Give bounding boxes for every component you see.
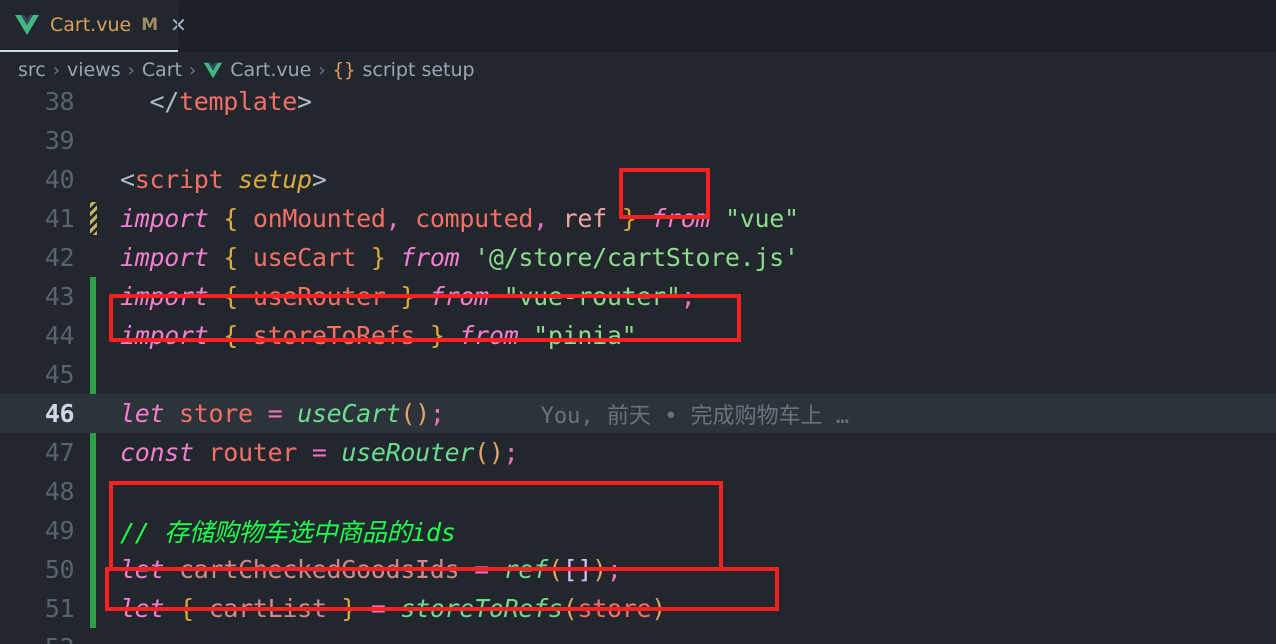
breadcrumb-item-src[interactable]: src — [18, 59, 46, 81]
git-gutter-marker[interactable] — [88, 121, 110, 160]
line-number: 50 — [44, 555, 75, 584]
line-number: 48 — [44, 477, 75, 506]
code-line-41[interactable]: 41 import { onMounted, computed, ref } fr… — [0, 199, 1276, 238]
code-line-42[interactable]: 42 import { useCart } from '@/store/cartS… — [0, 238, 1276, 277]
git-gutter-marker[interactable] — [88, 88, 110, 121]
tab-dirty-badge: M — [141, 15, 159, 35]
git-gutter-marker[interactable] — [88, 433, 110, 472]
code-line-51[interactable]: 51 let { cartList } = storeToRefs(store) — [0, 589, 1276, 628]
braces-icon: {} — [332, 59, 356, 81]
line-number: 51 — [44, 594, 75, 623]
git-gutter-marker[interactable] — [88, 277, 110, 316]
breadcrumb-separator: › — [188, 59, 197, 81]
vue-file-icon — [203, 62, 223, 79]
line-number: 41 — [44, 204, 75, 233]
code-line-45[interactable]: 45 — [0, 355, 1276, 394]
breadcrumb-item-script-setup[interactable]: script setup — [362, 59, 474, 81]
git-gutter-marker[interactable] — [88, 160, 110, 199]
git-gutter-marker[interactable] — [88, 550, 110, 589]
breadcrumb-item-cart-vue[interactable]: Cart.vue — [230, 59, 311, 81]
vue-file-icon — [14, 14, 40, 36]
code-lines-container: 38 </template> 39 40 <script setup> 41 import… — [0, 88, 1276, 644]
code-line-47[interactable]: 47 const router = useRouter(); — [0, 433, 1276, 472]
line-number: 39 — [44, 126, 75, 155]
git-blame-annotation: You, 前天 • 完成购物车上 … — [540, 403, 850, 429]
line-number: 47 — [44, 438, 75, 467]
code-line-46[interactable]: 46 let store = useCart(); You, 前天 • 完成购物车上… — [0, 394, 1276, 433]
breadcrumb: src › views › Cart › Cart.vue › {} scrip… — [0, 52, 1276, 88]
line-number: 52 — [0, 633, 88, 644]
code-text: import { useRouter } from "vue-router"; — [120, 282, 696, 311]
breadcrumb-separator: › — [52, 59, 60, 81]
line-number: 44 — [44, 321, 75, 350]
code-text: const router = useRouter(); — [120, 438, 519, 467]
line-number: 38 — [44, 88, 75, 116]
line-number: 43 — [44, 282, 75, 311]
code-line-44[interactable]: 44 import { storeToRefs } from "pinia" — [0, 316, 1276, 355]
code-text: // 存储购物车选中商品的ids — [120, 517, 456, 547]
code-text: let { cartList } = storeToRefs(store) — [120, 594, 666, 623]
git-gutter-marker[interactable] — [88, 238, 110, 277]
code-text: import { useCart } from '@/store/cartSto… — [120, 243, 799, 272]
breadcrumb-item-cart[interactable]: Cart — [142, 59, 182, 81]
code-text: </template> — [149, 88, 313, 116]
git-gutter-marker[interactable] — [88, 589, 110, 628]
code-text: let cartCheckedGoodsIds = ref([]); — [120, 555, 622, 584]
code-line-39[interactable]: 39 — [0, 121, 1276, 160]
git-gutter-marker[interactable] — [88, 472, 110, 511]
line-number: 42 — [44, 243, 75, 272]
git-gutter-marker[interactable] — [88, 199, 110, 238]
code-line-38[interactable]: 38 </template> — [0, 88, 1276, 121]
code-line-52[interactable]: 52 — [0, 628, 1276, 644]
git-gutter-marker[interactable] — [88, 511, 110, 550]
code-line-50[interactable]: 50 let cartCheckedGoodsIds = ref([]); — [0, 550, 1276, 589]
code-line-40[interactable]: 40 <script setup> — [0, 160, 1276, 199]
git-gutter-marker[interactable] — [88, 316, 110, 355]
tab-cart-vue[interactable]: Cart.vue M ✕ — [0, 0, 187, 52]
code-editor[interactable]: 38 </template> 39 40 <script setup> 41 import… — [0, 88, 1276, 644]
code-line-48[interactable]: 48 — [0, 472, 1276, 511]
code-text: let store = useCart(); — [120, 399, 445, 428]
line-number: 46 — [44, 399, 75, 428]
line-number: 40 — [44, 165, 75, 194]
code-line-43[interactable]: 43 import { useRouter } from "vue-router"… — [0, 277, 1276, 316]
git-gutter-marker[interactable] — [88, 394, 110, 433]
breadcrumb-separator: › — [318, 59, 326, 81]
breadcrumb-separator: › — [127, 59, 135, 81]
editor-tab-bar: Cart.vue M ✕ — [0, 0, 1276, 52]
code-text: <script setup> — [120, 165, 327, 194]
git-gutter-marker[interactable] — [88, 628, 110, 644]
code-text: import { onMounted, computed, ref } from… — [120, 204, 799, 233]
breadcrumb-item-views[interactable]: views — [67, 59, 121, 81]
code-text: import { storeToRefs } from "pinia" — [120, 321, 637, 350]
tab-label: Cart.vue — [50, 14, 132, 36]
line-number: 49 — [44, 516, 75, 545]
close-icon[interactable]: ✕ — [170, 15, 187, 35]
code-line-49[interactable]: 49 // 存储购物车选中商品的ids — [0, 511, 1276, 550]
git-gutter-marker[interactable] — [88, 355, 110, 394]
line-number: 45 — [44, 360, 75, 389]
